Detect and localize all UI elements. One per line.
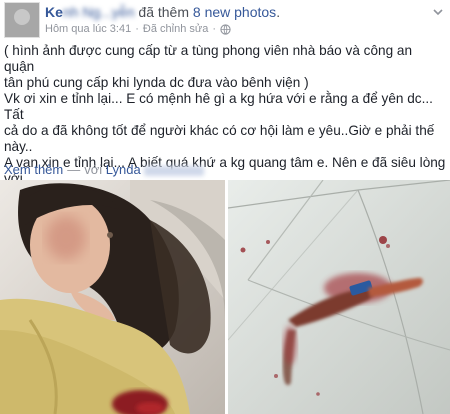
post-footer: Xem thêm — với Lynda (4, 162, 205, 177)
photo-woman-lying[interactable] (0, 180, 225, 414)
post-header: Kenh Ng...yễn đã thêm 8 new photos. Hôm … (0, 0, 450, 42)
see-more-link[interactable]: Xem thêm (4, 162, 63, 177)
author-name[interactable]: Ke (45, 4, 63, 20)
tagged-friend-link[interactable]: Lynda (106, 162, 141, 177)
post-meta: Hôm qua lúc 3:41 · Đã chỉnh sửa · (45, 23, 231, 35)
photo-knife-floor[interactable] (228, 180, 450, 414)
post-text-line: ( hình ảnh được cung cấp từ a tùng phong… (4, 43, 413, 74)
post-text-line: Vk ơi xin e tỉnh lại... E có mệnh hê gì … (4, 91, 433, 122)
post-action-punct: . (276, 4, 281, 20)
post-text: ( hình ảnh được cung cấp từ a tùng phong… (4, 43, 446, 203)
header-line: Kenh Ng...yễn đã thêm 8 new photos. (45, 4, 280, 20)
photos-link[interactable]: 8 new photos (193, 4, 276, 20)
meta-separator-2: · (212, 23, 217, 35)
post-timestamp[interactable]: Hôm qua lúc 3:41 (45, 23, 131, 35)
with-label: với (84, 162, 103, 177)
avatar[interactable] (4, 2, 40, 38)
post-text-line: tân phú cung cấp khi lynda dc đưa vào bê… (4, 75, 309, 90)
post-action: đã thêm (134, 4, 193, 20)
post-text-line: cả do a đã không tốt để người khác có cơ… (4, 123, 435, 154)
dash: — (67, 162, 81, 177)
author-name-blurred: nh Ng...yễn (62, 4, 135, 20)
meta-separator: · (135, 23, 139, 35)
edited-label[interactable]: Đã chỉnh sửa (143, 23, 208, 35)
chevron-down-icon[interactable] (432, 6, 444, 18)
tagged-name-blurred (144, 165, 205, 176)
globe-icon[interactable] (220, 23, 231, 35)
